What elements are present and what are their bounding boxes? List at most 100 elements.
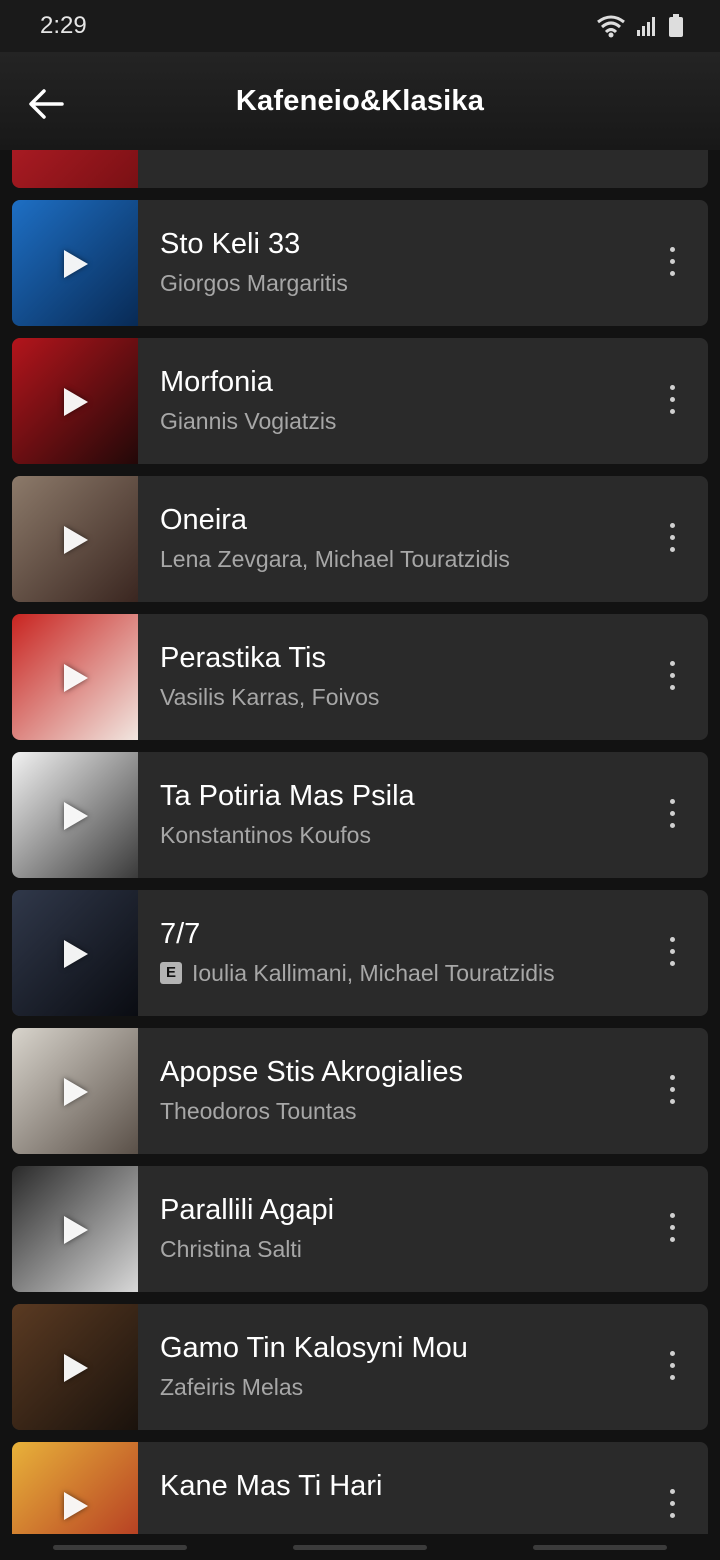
battery-icon xyxy=(669,14,683,37)
more-options-icon[interactable] xyxy=(666,799,678,831)
status-icons xyxy=(596,14,684,38)
status-time: 2:29 xyxy=(40,12,87,39)
more-dot xyxy=(669,685,675,690)
track-info: Gamo Tin Kalosyni Mou Zafeiris Melas xyxy=(160,1330,638,1402)
track-row[interactable]: Morfonia Giannis Vogiatzis xyxy=(12,338,708,464)
more-dot xyxy=(669,799,675,804)
track-info: Sto Keli 33 Giorgos Margaritis xyxy=(160,226,638,298)
track-info: Kane Mas Ti Hari xyxy=(160,1468,638,1510)
more-dot xyxy=(669,673,675,678)
more-dot xyxy=(669,409,675,414)
track-title: 7/7 xyxy=(160,918,201,950)
more-options-icon[interactable] xyxy=(666,523,678,555)
play-icon[interactable] xyxy=(64,388,88,416)
track-artist: Giannis Vogiatzis xyxy=(160,406,638,436)
more-dot xyxy=(669,811,675,816)
page-title: Kafeneio&Klasika xyxy=(235,84,485,117)
nav-back-handle[interactable] xyxy=(533,1544,667,1550)
track-row[interactable]: Perastika Tis Vasilis Karras, Foivos xyxy=(12,614,708,740)
album-art[interactable] xyxy=(12,200,138,326)
track-title: Apopse Stis Akrogialies xyxy=(160,1056,464,1088)
track-row[interactable]: Sto Keli 33 Giorgos Margaritis xyxy=(12,200,708,326)
more-dot xyxy=(669,523,675,528)
signal-icon xyxy=(637,17,655,36)
track-info: Perastika Tis Vasilis Karras, Foivos xyxy=(160,640,638,712)
album-art[interactable] xyxy=(12,1304,138,1430)
play-icon[interactable] xyxy=(64,250,88,278)
artist-name: Ioulia Kallimani, Michael Touratzidis xyxy=(192,960,555,986)
track-info: Morfonia Giannis Vogiatzis xyxy=(160,364,638,436)
more-dot xyxy=(669,661,675,666)
app-header: Kafeneio&Klasika xyxy=(0,52,720,150)
more-dot xyxy=(669,547,675,552)
more-dot xyxy=(669,535,675,540)
more-dot xyxy=(669,1351,675,1356)
track-list[interactable]: Konstantinos Koufos Sto Keli 33 Giorgos Ma… xyxy=(0,150,720,1534)
more-options-icon[interactable] xyxy=(666,661,678,693)
more-options-icon[interactable] xyxy=(666,1075,678,1107)
more-options-icon[interactable] xyxy=(666,1489,678,1521)
track-row[interactable]: Apopse Stis Akrogialies Theodoros Tountas xyxy=(12,1028,708,1154)
track-artist: Christina Salti xyxy=(160,1234,638,1264)
track-artist: Giorgos Margaritis xyxy=(160,268,638,298)
more-dot xyxy=(669,1075,675,1080)
artist-name: Giannis Vogiatzis xyxy=(160,408,337,434)
album-art[interactable] xyxy=(12,338,138,464)
more-dot xyxy=(669,397,675,402)
wifi-icon xyxy=(597,15,625,38)
album-art[interactable] xyxy=(12,752,138,878)
play-icon[interactable] xyxy=(64,1492,88,1520)
more-dot xyxy=(669,961,675,966)
track-title: Oneira xyxy=(160,504,248,536)
track-title: Morfonia xyxy=(160,366,273,398)
more-options-icon[interactable] xyxy=(666,937,678,969)
track-title: Gamo Tin Kalosyni Mou xyxy=(160,1332,468,1364)
track-artist: Lena Zevgara, Michael Touratzidis xyxy=(160,544,638,574)
artist-name: Zafeiris Melas xyxy=(160,1374,304,1400)
play-icon[interactable] xyxy=(64,526,88,554)
more-dot xyxy=(669,1513,675,1518)
track-info: Apopse Stis Akrogialies Theodoros Tountas xyxy=(160,1054,638,1126)
play-icon[interactable] xyxy=(64,1078,88,1106)
explicit-badge: E xyxy=(160,962,182,984)
play-icon[interactable] xyxy=(64,802,88,830)
more-dot xyxy=(669,949,675,954)
track-title: Perastika Tis xyxy=(160,642,326,674)
artist-name: Theodoros Tountas xyxy=(160,1098,357,1124)
track-row[interactable]: Parallili Agapi Christina Salti xyxy=(12,1166,708,1292)
nav-home-handle[interactable] xyxy=(293,1544,427,1550)
play-icon[interactable] xyxy=(64,1216,88,1244)
more-dot xyxy=(669,1213,675,1218)
track-row[interactable]: Konstantinos Koufos xyxy=(12,150,708,188)
artist-name: Lena Zevgara, Michael Touratzidis xyxy=(160,546,510,572)
album-art[interactable] xyxy=(12,890,138,1016)
more-options-icon[interactable] xyxy=(666,247,678,279)
album-art[interactable] xyxy=(12,1442,138,1534)
play-icon[interactable] xyxy=(64,940,88,968)
more-dot xyxy=(669,259,675,264)
album-art[interactable] xyxy=(12,614,138,740)
track-row[interactable]: Oneira Lena Zevgara, Michael Touratzidis xyxy=(12,476,708,602)
track-row[interactable]: Ta Potiria Mas Psila Konstantinos Koufos xyxy=(12,752,708,878)
track-info: Ta Potiria Mas Psila Konstantinos Koufos xyxy=(160,778,638,850)
play-icon[interactable] xyxy=(64,664,88,692)
nav-recent-handle[interactable] xyxy=(53,1544,187,1550)
artist-name: Christina Salti xyxy=(160,1236,302,1262)
album-art[interactable] xyxy=(12,150,138,188)
more-dot xyxy=(669,1087,675,1092)
track-title: Kane Mas Ti Hari xyxy=(160,1470,383,1502)
track-row[interactable]: Gamo Tin Kalosyni Mou Zafeiris Melas xyxy=(12,1304,708,1430)
play-icon[interactable] xyxy=(64,1354,88,1382)
track-row[interactable]: 7/7 E Ioulia Kallimani, Michael Touratzidi… xyxy=(12,890,708,1016)
album-art[interactable] xyxy=(12,1166,138,1292)
more-options-icon[interactable] xyxy=(666,1351,678,1383)
more-options-icon[interactable] xyxy=(666,1213,678,1245)
track-row[interactable]: Kane Mas Ti Hari xyxy=(12,1442,708,1534)
back-arrow-icon[interactable] xyxy=(26,84,66,124)
track-artist: Vasilis Karras, Foivos xyxy=(160,682,638,712)
more-options-icon[interactable] xyxy=(666,385,678,417)
album-art[interactable] xyxy=(12,476,138,602)
more-dot xyxy=(669,1501,675,1506)
album-art[interactable] xyxy=(12,1028,138,1154)
status-bar: 2:29 xyxy=(0,0,720,52)
